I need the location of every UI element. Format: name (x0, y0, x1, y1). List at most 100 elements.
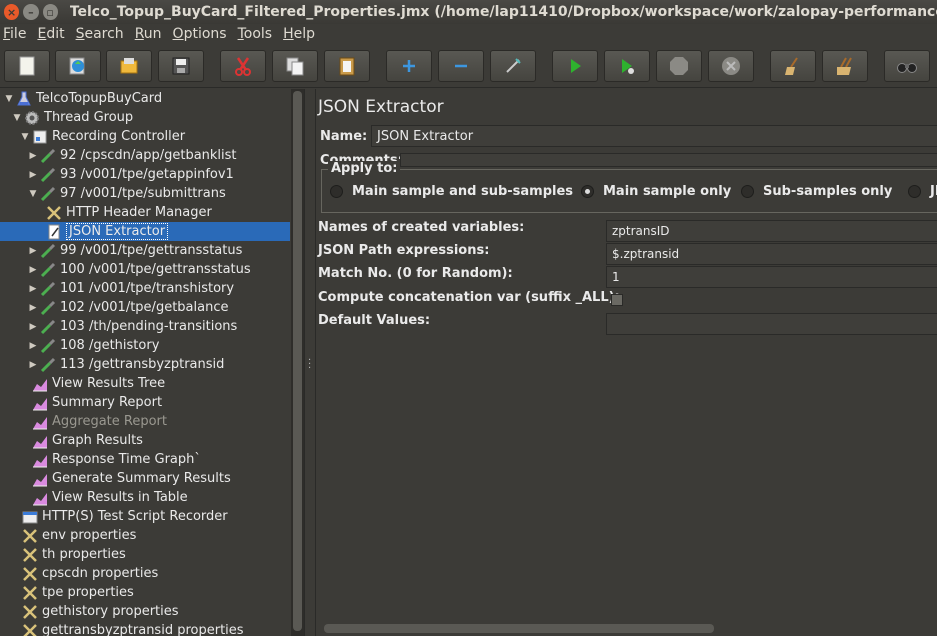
menu-bar: File Edit Search Run Options Tools Help (0, 24, 937, 44)
tree-item-sampler[interactable]: ▶ 100 /v001/tpe/gettransstatus (28, 260, 251, 279)
stop-button[interactable] (656, 50, 702, 82)
tree-item-listener[interactable]: Response Time Graph` (32, 450, 201, 469)
templates-button[interactable] (55, 50, 101, 82)
expanded-arrow-icon[interactable]: ▼ (20, 132, 30, 142)
tree-item-listener[interactable]: Summary Report (32, 393, 162, 412)
tree-item-config[interactable]: gethistory properties (22, 602, 179, 621)
cut-button[interactable] (220, 50, 266, 82)
collapsed-arrow-icon[interactable]: ▶ (28, 360, 38, 370)
json-path-field[interactable]: $.zptransid (606, 243, 937, 265)
collapse-all-button[interactable] (438, 50, 484, 82)
tree-item-thread-group[interactable]: ▼ Thread Group (12, 108, 134, 127)
tree-item-config[interactable]: gettransbyzptransid properties (22, 621, 244, 636)
radio-button-icon[interactable] (908, 185, 921, 198)
new-button[interactable] (4, 50, 50, 82)
radio-main-only[interactable]: Main sample only (581, 184, 731, 199)
close-window-button[interactable]: × (4, 4, 20, 20)
collapsed-arrow-icon[interactable]: ▶ (28, 341, 38, 351)
tree-item-config[interactable]: cpscdn properties (22, 564, 158, 583)
radio-button-icon[interactable] (741, 185, 754, 198)
maximize-window-button[interactable]: ▫ (42, 4, 58, 20)
collapsed-arrow-icon[interactable]: ▶ (28, 303, 38, 313)
radio-button-selected-icon[interactable] (581, 185, 594, 198)
tree-item-config[interactable]: tpe properties (22, 583, 134, 602)
collapsed-arrow-icon[interactable]: ▶ (28, 246, 38, 256)
collapsed-arrow-icon[interactable]: ▶ (28, 322, 38, 332)
tree-item-listener[interactable]: Graph Results (32, 431, 143, 450)
menu-edit[interactable]: Edit (37, 26, 64, 42)
menu-help[interactable]: Help (283, 26, 315, 42)
chart-icon (32, 452, 48, 468)
menu-tools[interactable]: Tools (238, 26, 273, 42)
name-field[interactable]: JSON Extractor (371, 125, 937, 147)
tree-label: Summary Report (52, 395, 163, 410)
clear-button[interactable] (770, 50, 816, 82)
toggle-button[interactable] (490, 50, 536, 82)
radio-sub-only[interactable]: Sub-samples only (741, 184, 892, 199)
comments-field[interactable] (400, 153, 937, 167)
save-button[interactable] (158, 50, 204, 82)
minimize-window-button[interactable]: – (23, 4, 39, 20)
tree-item-config[interactable]: th properties (22, 545, 126, 564)
tree-item-sampler[interactable]: ▶ 108 /gethistory (28, 336, 160, 355)
split-pane-divider[interactable]: · · · (304, 89, 314, 636)
menu-search[interactable]: Search (76, 26, 124, 42)
tree-item-listener[interactable]: View Results Tree (32, 374, 165, 393)
menu-run[interactable]: Run (135, 26, 162, 42)
collapsed-arrow-icon[interactable]: ▶ (28, 284, 38, 294)
tree-item-listener[interactable]: Generate Summary Results (32, 469, 231, 488)
tree-item-test-plan[interactable]: ▼ TelcoTopupBuyCard (4, 89, 162, 108)
menu-options[interactable]: Options (173, 26, 227, 42)
tree-item-recorder[interactable]: HTTP(S) Test Script Recorder (22, 507, 228, 526)
expanded-arrow-icon[interactable]: ▼ (4, 94, 14, 104)
tree-item-listener[interactable]: View Results in Table (32, 488, 188, 507)
tree-item-sampler[interactable]: ▼ 97 /v001/tpe/submittrans (28, 184, 226, 203)
expand-all-button[interactable] (386, 50, 432, 82)
tree-scrollbar[interactable] (291, 89, 304, 636)
tree-item-recording-controller[interactable]: ▼ Recording Controller (20, 127, 186, 146)
radio-main-and-sub[interactable]: Main sample and sub-samples (330, 184, 573, 199)
expanded-arrow-icon[interactable]: ▼ (12, 113, 22, 123)
clear-all-button[interactable] (822, 50, 868, 82)
horizontal-scrollbar[interactable] (324, 624, 714, 633)
tree-item-header-manager[interactable]: HTTP Header Manager (46, 203, 212, 222)
collapsed-arrow-icon[interactable]: ▶ (28, 151, 38, 161)
radio-button-icon[interactable] (330, 185, 343, 198)
tree-item-sampler[interactable]: ▶ 101 /v001/tpe/transhistory (28, 279, 235, 298)
tree-label: gethistory properties (42, 604, 179, 619)
concat-checkbox[interactable] (611, 294, 623, 306)
shutdown-button[interactable] (708, 50, 754, 82)
collapsed-arrow-icon[interactable]: ▶ (28, 170, 38, 180)
menu-file[interactable]: File (3, 26, 26, 42)
start-no-pause-button[interactable] (604, 50, 650, 82)
tree-item-sampler[interactable]: ▶ 92 /cpscdn/app/getbanklist (28, 146, 237, 165)
tree-item-listener[interactable]: Aggregate Report (32, 412, 167, 431)
tree-item-json-extractor[interactable]: JSON Extractor (46, 222, 169, 241)
open-button[interactable] (106, 50, 152, 82)
radio-jmeter-variable[interactable]: JM (908, 184, 937, 199)
expanded-arrow-icon[interactable]: ▼ (28, 189, 38, 199)
match-number-field[interactable]: 1 (606, 266, 937, 288)
tree-item-sampler[interactable]: ▶ 113 /gettransbyzptransid (28, 355, 225, 374)
tree-scrollbar-thumb[interactable] (293, 91, 302, 631)
default-values-field[interactable] (606, 313, 937, 335)
search-button[interactable] (884, 50, 930, 82)
extractor-icon (46, 224, 62, 240)
json-extractor-panel: JSON Extractor Name: JSON Extractor Comm… (315, 89, 937, 636)
variable-names-field[interactable]: zptransID (606, 220, 937, 242)
tree-item-sampler[interactable]: ▶ 102 /v001/tpe/getbalance (28, 298, 229, 317)
tree-label: cpscdn properties (42, 566, 159, 581)
apply-to-group: Apply to: Main sample and sub-samples Ma… (321, 161, 937, 213)
pipette-icon (40, 357, 56, 373)
paste-button[interactable] (324, 50, 370, 82)
collapsed-arrow-icon[interactable]: ▶ (28, 265, 38, 275)
tree-item-sampler[interactable]: ▶ 99 /v001/tpe/gettransstatus (28, 241, 243, 260)
tree-item-sampler[interactable]: ▶ 103 /th/pending-transitions (28, 317, 238, 336)
tree-item-sampler[interactable]: ▶ 93 /v001/tpe/getappinfov1 (28, 165, 234, 184)
tree-item-config[interactable]: env properties (22, 526, 136, 545)
tree-label: th properties (42, 547, 126, 562)
pipette-icon (40, 148, 56, 164)
copy-button[interactable] (272, 50, 318, 82)
stop-icon (670, 57, 688, 75)
start-button[interactable] (552, 50, 598, 82)
